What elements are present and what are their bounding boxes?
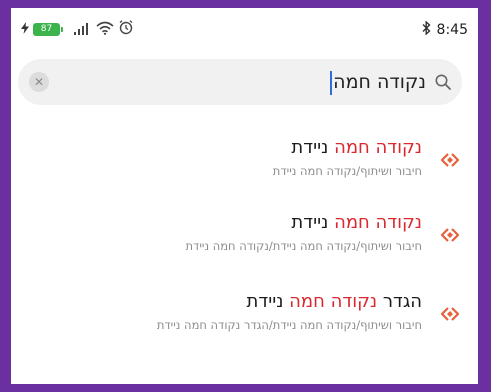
result-title: נקודה חמה ניידת <box>291 212 422 233</box>
hotspot-icon <box>438 302 462 326</box>
hotspot-icon <box>438 148 462 172</box>
search-result-item[interactable]: הגדר נקודה חמה ניידת חיבור ושיתוף/נקודה … <box>11 290 478 350</box>
result-title-highlight: נקודה חמה <box>334 212 422 233</box>
search-result-item[interactable]: נקודה חמה ניידת חיבור ושיתוף/נקודה חמה נ… <box>11 211 478 271</box>
status-icons-right: 8:45 <box>422 20 468 39</box>
search-input[interactable]: נקודה חמה <box>96 68 426 96</box>
text-caret <box>330 70 333 95</box>
close-icon: ✕ <box>33 75 45 89</box>
result-path: חיבור ושיתוף/נקודה חמה ניידת/נקודה חמה נ… <box>185 239 422 253</box>
search-query-text: נקודה חמה <box>333 71 426 93</box>
clock-time: 8:45 <box>436 21 468 38</box>
result-title: נקודה חמה ניידת <box>291 137 422 158</box>
alarm-clock-icon <box>118 19 134 39</box>
battery-icon: 87 <box>33 22 63 36</box>
search-icon <box>434 73 452 91</box>
hotspot-icon <box>438 223 462 247</box>
result-text: נקודה חמה ניידת חיבור ושיתוף/נקודה חמה נ… <box>22 136 422 179</box>
settings-search-screen: 87 8:45 ✕ נקודה חמה נקודה חמה ניידת חיבו… <box>11 8 478 384</box>
wifi-icon <box>96 20 114 39</box>
clear-search-button[interactable]: ✕ <box>29 72 49 92</box>
status-icons-left: 87 <box>21 19 134 39</box>
search-bar[interactable]: ✕ נקודה חמה <box>18 59 462 105</box>
search-result-item[interactable]: נקודה חמה ניידת חיבור ושיתוף/נקודה חמה נ… <box>11 136 478 196</box>
result-text: הגדר נקודה חמה ניידת חיבור ושיתוף/נקודה … <box>22 290 422 333</box>
signal-bars-icon <box>74 20 92 39</box>
status-bar: 87 8:45 <box>11 8 478 48</box>
lightning-icon <box>21 21 29 37</box>
result-title-highlight: נקודה חמה <box>289 291 378 312</box>
result-title: הגדר נקודה חמה ניידת <box>246 291 422 312</box>
bluetooth-icon <box>422 20 431 39</box>
result-title-highlight: נקודה חמה <box>334 137 422 158</box>
result-path: חיבור ושיתוף/נקודה חמה ניידת <box>272 164 422 178</box>
result-path: חיבור ושיתוף/נקודה חמה ניידת/הגדר נקודה … <box>156 318 422 332</box>
result-text: נקודה חמה ניידת חיבור ושיתוף/נקודה חמה נ… <box>22 211 422 254</box>
